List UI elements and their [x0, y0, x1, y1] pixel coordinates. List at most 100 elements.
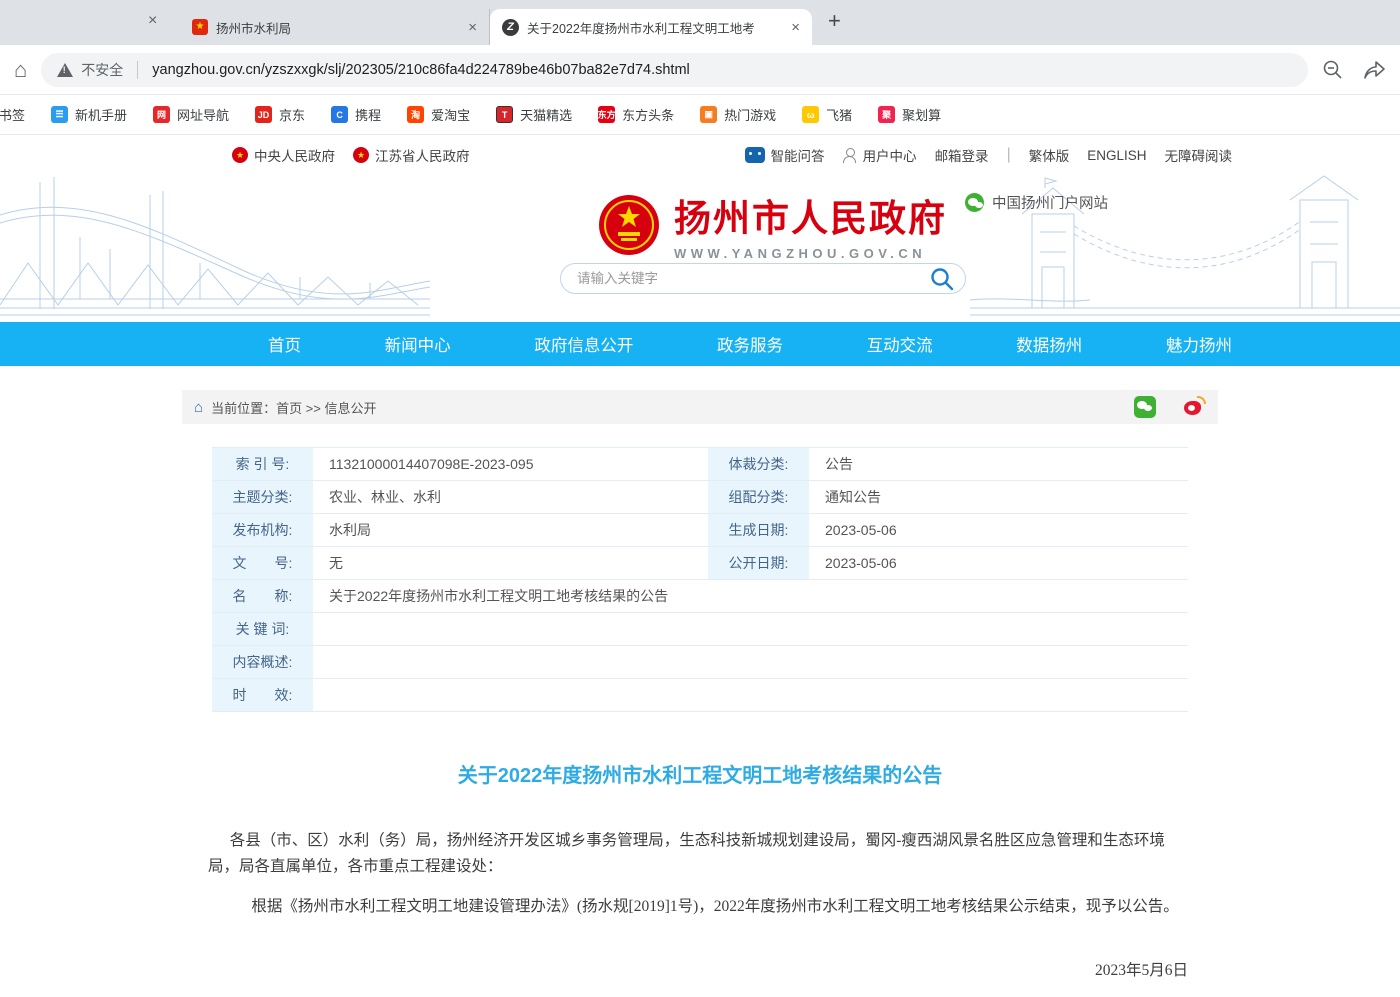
site-url-caption: WWW.YANGZHOU.GOV.CN [674, 246, 947, 261]
topic-category-value: 农业、林业、水利 [315, 481, 708, 513]
search-input[interactable] [577, 271, 929, 286]
accessibility-link[interactable]: 无障碍阅读 [1165, 145, 1233, 165]
publish-date-value: 2023-05-06 [811, 547, 1188, 579]
national-emblem-icon [598, 194, 660, 256]
share-icon[interactable] [1362, 59, 1386, 81]
mail-login-link[interactable]: 邮箱登录 [935, 145, 989, 165]
url-omnibox[interactable]: 不安全 yangzhou.gov.cn/yzszxxgk/slj/202305/… [41, 53, 1308, 87]
not-secure-warning-icon[interactable] [57, 63, 73, 77]
nav-news-center[interactable]: 新闻中心 [385, 332, 451, 356]
wechat-icon [965, 193, 984, 212]
bookmark-aitaobao[interactable]: 淘 爱淘宝 [407, 105, 470, 124]
document-name-value: 关于2022年度扬州市水利工程文明工地考核结果的公告 [315, 580, 1188, 612]
bookmark-dongfang-toutiao[interactable]: 东方 东方头条 [598, 105, 674, 124]
bookmark-new-phone-manual[interactable]: ☰ 新机手册 [51, 105, 127, 124]
dongfang-icon: 东方 [598, 106, 615, 123]
ctrip-dolphin-icon: C [331, 106, 348, 123]
bridge-sketch-art [0, 177, 430, 322]
close-icon[interactable]: × [466, 19, 479, 36]
emblem-icon: ★ [353, 147, 369, 163]
bookmark-site-navigation[interactable]: 网 网址导航 [153, 105, 229, 124]
zoom-out-icon[interactable] [1322, 59, 1344, 81]
security-label: 不安全 [81, 60, 123, 80]
article: 关于2022年度扬州市水利工程文明工地考核结果的公告 各县（市、区）水利（务）局… [182, 759, 1218, 997]
creation-date-value: 2023-05-06 [811, 514, 1188, 546]
nav-gov-info-disclosure[interactable]: 政府信息公开 [534, 332, 633, 356]
home-icon[interactable]: ⌂ [194, 399, 203, 416]
article-paragraph: 各县（市、区）水利（务）局，扬州经济开发区城乡事务管理局，生态科技新城规划建设局… [208, 828, 1192, 880]
weibo-share-icon[interactable] [1184, 396, 1206, 418]
home-icon[interactable]: ⌂ [14, 57, 27, 83]
bookmark-phone-bookmarks[interactable]: 机书签 [0, 105, 25, 124]
search-icon[interactable] [929, 266, 955, 292]
close-icon[interactable]: × [148, 12, 157, 30]
gov-utility-bar: ★ 中央人民政府 ★ 江苏省人民政府 智能问答 用户中心 邮箱登录 | 繁体版 … [0, 135, 1400, 175]
table-row: 时 效: [212, 679, 1188, 712]
juhuasuan-icon: 聚 [878, 106, 895, 123]
site-favicon-icon: Z [502, 19, 519, 36]
tab-announcement-active[interactable]: Z 关于2022年度扬州市水利工程文明工地考 × [490, 9, 812, 45]
url-text[interactable]: yangzhou.gov.cn/yzszxxgk/slj/202305/210c… [152, 62, 689, 78]
validity-value [315, 679, 1188, 711]
article-title: 关于2022年度扬州市水利工程文明工地考核结果的公告 [208, 759, 1192, 788]
divider [137, 61, 138, 79]
jd-icon: JD [255, 106, 272, 123]
main-navigation: 首页 新闻中心 政府信息公开 政务服务 互动交流 数据扬州 魅力扬州 [0, 322, 1400, 366]
game-icon: ▣ [700, 106, 717, 123]
emblem-icon: ★ [232, 147, 248, 163]
breadcrumb-text[interactable]: 当前位置：首页 >> 信息公开 [211, 398, 376, 417]
smart-qa-link[interactable]: 智能问答 [745, 145, 825, 165]
wechat-share-icon[interactable] [1134, 396, 1156, 418]
user-center-link[interactable]: 用户中心 [843, 145, 917, 165]
portal-wechat-tag[interactable]: 中国扬州门户网站 [965, 192, 1108, 213]
link-central-government[interactable]: ★ 中央人民政府 [232, 145, 335, 165]
new-tab-button[interactable]: + [828, 8, 841, 34]
tab-title: 关于2022年度扬州市水利工程文明工地考 [527, 18, 781, 37]
bookmark-fliggy[interactable]: ω 飞猪 [802, 105, 852, 124]
document-info-table: 索 引 号: 11321000014407098E-2023-095 体裁分类:… [212, 447, 1188, 712]
group-category-value: 通知公告 [811, 481, 1188, 513]
site-search [560, 263, 966, 294]
site-name: 扬州市人民政府 [674, 188, 947, 242]
table-row: 名 称: 关于2022年度扬州市水利工程文明工地考核结果的公告 [212, 580, 1188, 613]
bookmark-jd[interactable]: JD 京东 [255, 105, 305, 124]
table-row: 内容概述: [212, 646, 1188, 679]
summary-value [315, 646, 1188, 678]
table-row: 关 键 词: [212, 613, 1188, 646]
fliggy-pig-icon: ω [802, 106, 819, 123]
nav-charm-yangzhou[interactable]: 魅力扬州 [1166, 332, 1232, 356]
bookmark-hot-games[interactable]: ▣ 热门游戏 [700, 105, 776, 124]
emblem-favicon-icon: ★ [192, 19, 208, 35]
manual-icon: ☰ [51, 106, 68, 123]
nav-home[interactable]: 首页 [268, 332, 301, 356]
link-jiangsu-government[interactable]: ★ 江苏省人民政府 [353, 145, 470, 165]
tab-yangzhou-water-bureau[interactable]: ★ 扬州市水利局 × [180, 9, 490, 45]
traditional-version-link[interactable]: 繁体版 [1029, 145, 1070, 165]
doc-number-value: 无 [315, 547, 708, 579]
table-row: 文 号: 无 公开日期: 2023-05-06 [212, 547, 1188, 580]
article-paragraph: 根据《扬州市水利工程文明工地建设管理办法》(扬水规[2019]1号)，2022年… [208, 894, 1192, 920]
issuing-agency-value: 水利局 [315, 514, 708, 546]
breadcrumb: ⌂ 当前位置：首页 >> 信息公开 [182, 390, 1218, 424]
nav-data-yangzhou[interactable]: 数据扬州 [1016, 332, 1082, 356]
site-header: 扬州市人民政府 WWW.YANGZHOU.GOV.CN 中国扬州门户网站 [0, 175, 1400, 322]
nav-interaction[interactable]: 互动交流 [867, 332, 933, 356]
bookmark-tmall[interactable]: T 天猫精选 [496, 105, 572, 124]
nav-gov-services[interactable]: 政务服务 [717, 332, 783, 356]
article-date: 2023年5月6日 [208, 958, 1192, 980]
table-row: 发布机构: 水利局 生成日期: 2023-05-06 [212, 514, 1188, 547]
robot-icon [745, 147, 765, 163]
site-brand[interactable]: 扬州市人民政府 WWW.YANGZHOU.GOV.CN [598, 188, 947, 261]
browser-address-bar: ⌂ 不安全 yangzhou.gov.cn/yzszxxgk/slj/20230… [0, 45, 1400, 95]
close-icon[interactable]: × [789, 19, 802, 36]
english-version-link[interactable]: ENGLISH [1087, 148, 1146, 163]
taobao-icon: 淘 [407, 106, 424, 123]
bookmark-ctrip[interactable]: C 携程 [331, 105, 381, 124]
genre-value: 公告 [811, 448, 1188, 480]
bookmark-juhuasuan[interactable]: 聚 聚划算 [878, 105, 941, 124]
tab-title: 扬州市水利局 [216, 18, 458, 37]
bookmarks-bar: 机书签 ☰ 新机手册 网 网址导航 JD 京东 C 携程 淘 爱淘宝 T 天猫精… [0, 95, 1400, 135]
page-content: ⌂ 当前位置：首页 >> 信息公开 索 引 号: 113210000144070… [182, 390, 1218, 997]
table-row: 索 引 号: 11321000014407098E-2023-095 体裁分类:… [212, 448, 1188, 481]
nav-site-icon: 网 [153, 106, 170, 123]
